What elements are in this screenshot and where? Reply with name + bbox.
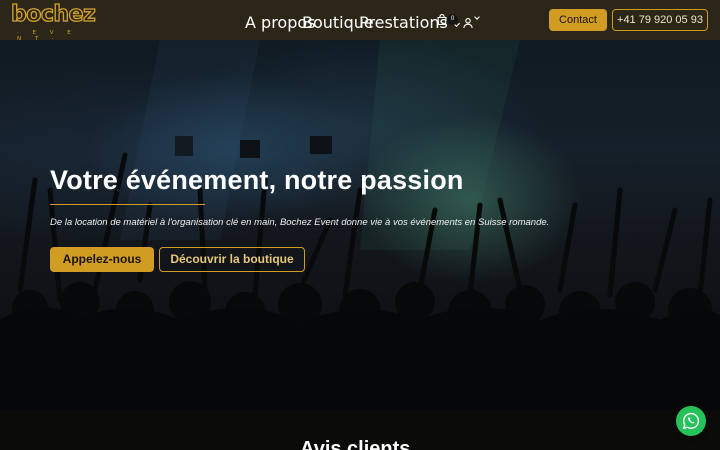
whatsapp-icon [682,412,700,430]
user-icon[interactable] [462,14,474,29]
contact-button[interactable]: Contact [549,9,607,31]
site-header: bochez · E V E N T · A propos Boutique P… [0,0,720,42]
nav-item-prestations-label: Prestations [359,13,448,32]
call-us-button[interactable]: Appelez-nous [50,247,154,272]
hero-title: Votre événement, notre passion [50,165,464,195]
hero-subtitle: De la location de matériel à l'organisat… [50,217,550,228]
section-title: Avis clients [300,438,411,450]
logo-wordmark: bochez [10,2,96,27]
chevron-down-icon[interactable] [474,14,480,20]
title-underline [50,204,205,205]
cart-count-badge: 0 [447,14,458,25]
phone-button[interactable]: +41 79 920 05 93 [612,9,708,31]
discover-shop-button[interactable]: Découvrir la boutique [159,247,305,272]
logo[interactable]: bochez · E V E N T · [10,2,96,42]
whatsapp-chat-button[interactable] [676,406,706,436]
hero-section: Votre événement, notre passion De la loc… [0,40,720,410]
